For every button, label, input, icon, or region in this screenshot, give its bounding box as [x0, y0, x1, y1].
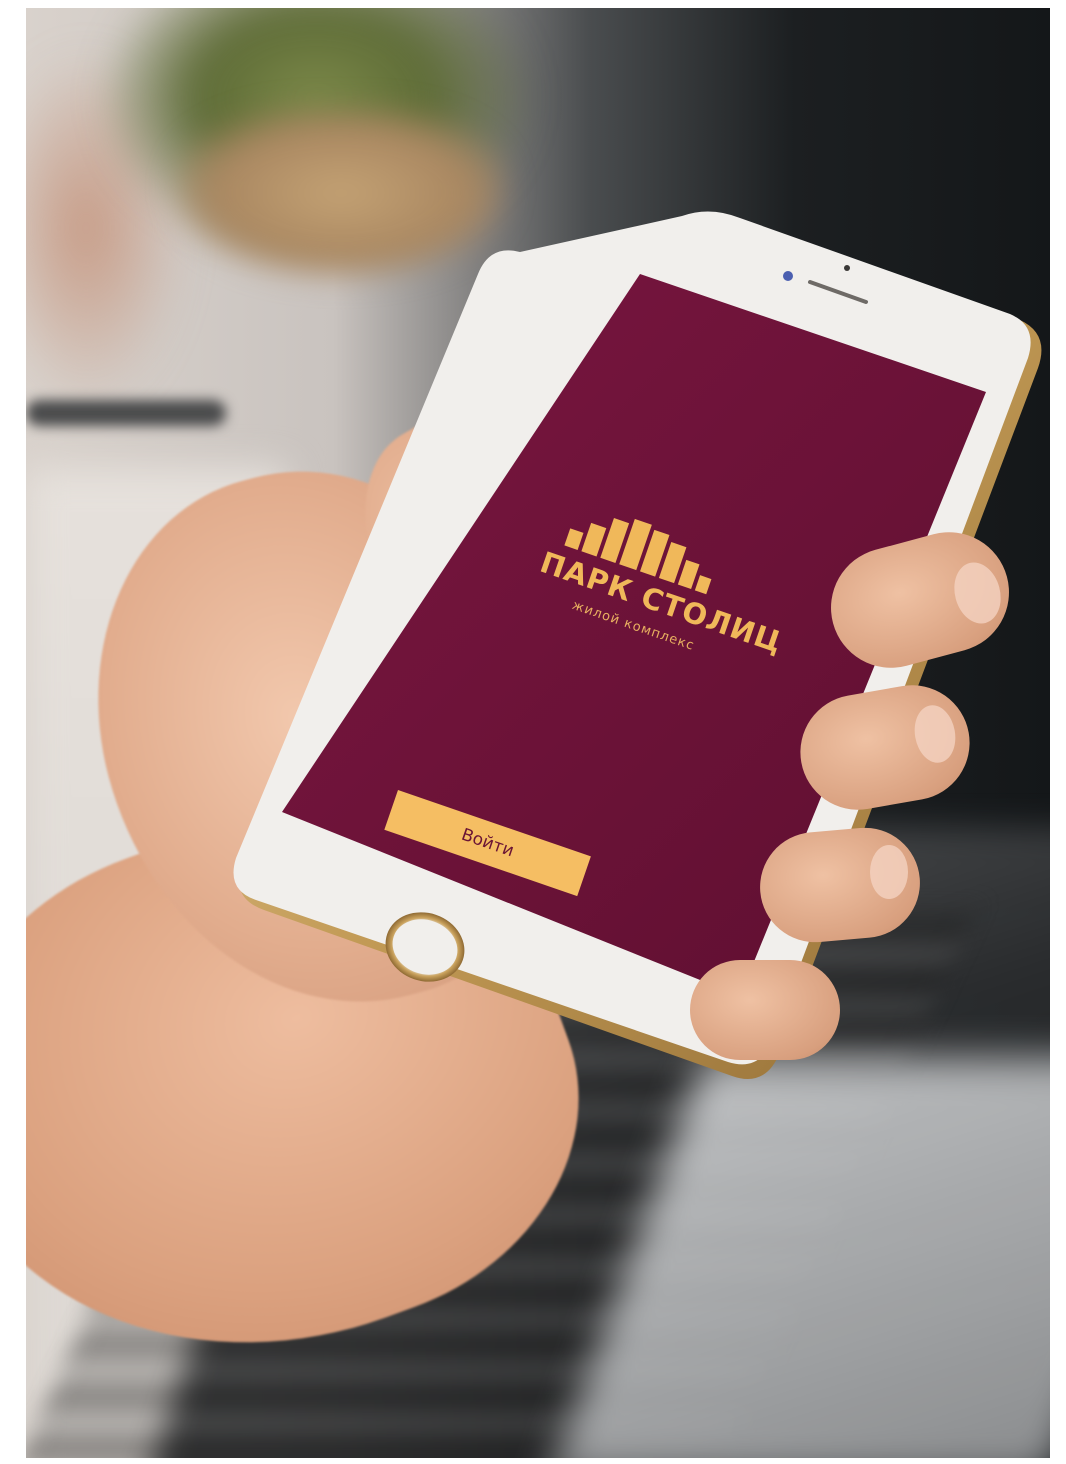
background-pen — [26, 400, 226, 426]
ring-fingernail — [870, 845, 908, 899]
sensor-icon — [844, 265, 850, 271]
photo: ПАРК СТОЛИЦ жилой комплекс Войти — [0, 0, 1066, 1464]
little-finger — [690, 960, 840, 1060]
front-camera-icon — [783, 271, 793, 281]
